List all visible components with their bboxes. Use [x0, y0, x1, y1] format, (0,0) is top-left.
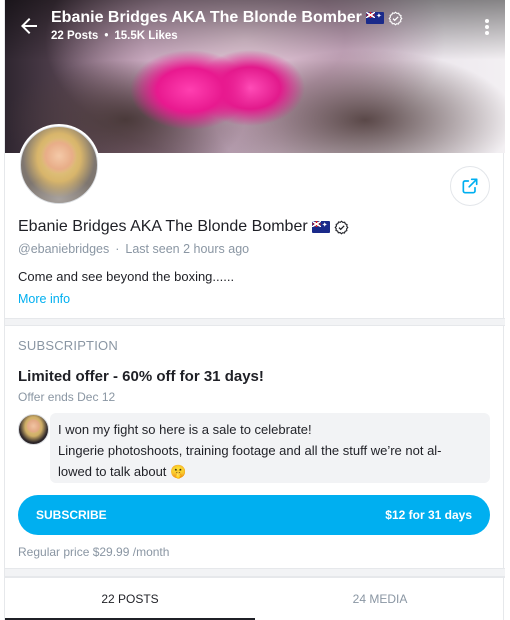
- tab-media[interactable]: 24 MEDIA: [255, 578, 505, 620]
- avatar[interactable]: [18, 124, 100, 206]
- promo-message-line: Lingerie photoshoots, training footage a…: [58, 443, 442, 458]
- posts-count: 22 Posts: [51, 30, 99, 42]
- profile-name: Ebanie Bridges AKA The Blonde Bomber: [18, 218, 308, 235]
- subscribe-label: Subscribe: [36, 508, 107, 522]
- top-bar: Ebanie Bridges AKA The Blonde Bomber 22 …: [5, 0, 505, 50]
- subscription-heading: Subscription: [18, 338, 118, 353]
- section-divider: [5, 318, 505, 326]
- tab-posts-label: 22 POSTS: [101, 592, 159, 606]
- stats-separator: •: [104, 30, 109, 42]
- more-info-link[interactable]: More info: [18, 292, 70, 306]
- header-stats: 22 Posts • 15.5K Likes: [51, 30, 178, 42]
- header-title: Ebanie Bridges AKA The Blonde Bomber: [51, 9, 362, 26]
- offer-ends: Offer ends Dec 12: [18, 390, 116, 404]
- profile-bio: Come and see beyond the boxing......: [18, 269, 235, 284]
- promo-message-line: I won my fight so here is a sale to cele…: [58, 422, 312, 437]
- likes-count: 15.5K Likes: [114, 30, 178, 42]
- verified-badge-icon: [388, 11, 403, 25]
- message-avatar: [18, 414, 49, 445]
- last-seen: Last seen 2 hours ago: [125, 242, 250, 256]
- arrow-left-icon[interactable]: [17, 14, 41, 38]
- section-divider: [5, 568, 505, 577]
- promo-message-line: lowed to talk about 🤫: [58, 464, 187, 479]
- regular-price: Regular price $29.99 /month: [18, 545, 170, 559]
- offer-title: Limited offer - 60% off for 31 days!: [18, 368, 264, 385]
- tab-media-label: 24 MEDIA: [352, 592, 408, 606]
- verified-badge-icon: [334, 220, 349, 234]
- kebab-menu-icon[interactable]: [479, 16, 495, 38]
- handle-line: @ebaniebridges · Last seen 2 hours ago: [18, 242, 249, 256]
- share-icon: [462, 178, 478, 194]
- header-title-line: Ebanie Bridges AKA The Blonde Bomber: [51, 9, 403, 27]
- australia-flag-icon: [365, 12, 384, 24]
- share-button[interactable]: [450, 166, 490, 206]
- subscribe-button[interactable]: Subscribe $12 for 31 days: [18, 495, 490, 535]
- subscribe-price: $12 for 31 days: [385, 508, 472, 522]
- tab-posts[interactable]: 22 POSTS: [5, 578, 255, 620]
- profile-page: Ebanie Bridges AKA The Blonde Bomber 22 …: [4, 0, 505, 620]
- promo-message: I won my fight so here is a sale to cele…: [50, 413, 490, 483]
- profile-name-line: Ebanie Bridges AKA The Blonde Bomber: [18, 218, 349, 236]
- content-tabs: 22 POSTS 24 MEDIA: [5, 577, 505, 620]
- handle-separator: ·: [115, 242, 120, 256]
- profile-handle: @ebaniebridges: [18, 242, 110, 256]
- australia-flag-icon: [311, 221, 330, 233]
- avatar-image: [20, 126, 98, 204]
